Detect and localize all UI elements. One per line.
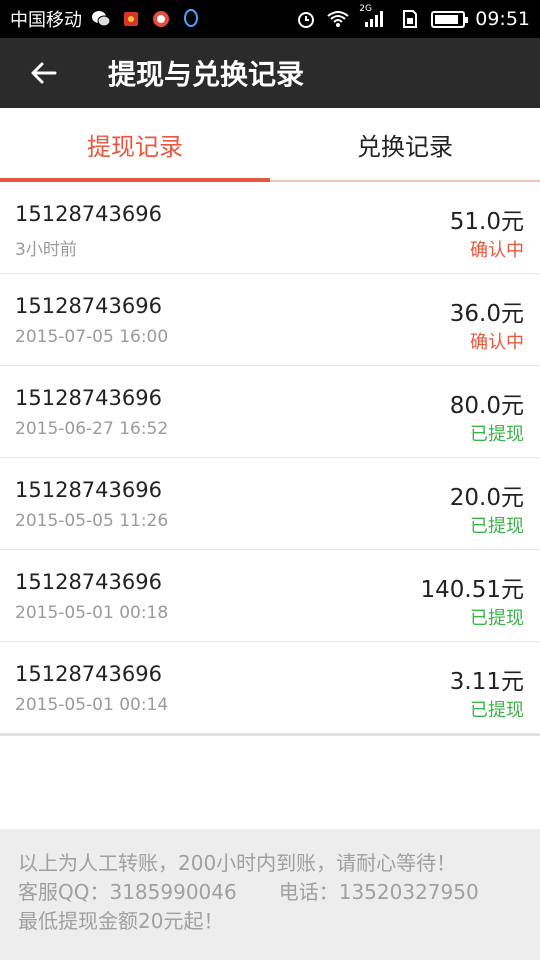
record-status: 确认中 [470,332,524,353]
signal-icon: 2G [359,4,389,30]
carrier-label: 中国移动 [10,10,82,31]
record-list: 15128743696 3小时前 51.0元 确认中 15128743696 2… [0,182,540,736]
record-time: 2015-07-05 16:00 [15,327,169,347]
record-amount: 36.0元 [449,301,524,327]
tab-exchange-records[interactable]: 兑换记录 [270,108,540,180]
alarm-icon [295,8,317,30]
network-type-label: 2G [359,4,372,14]
clock: 09:51 [475,8,530,30]
record-time: 2015-05-01 00:14 [15,695,169,715]
record-phone: 15128743696 [15,478,162,502]
record-phone: 15128743696 [15,662,162,686]
min-withdraw-notice: 最低提现金额20元起！ [18,909,224,933]
arrow-left-icon [31,62,57,84]
record-phone: 15128743696 [15,386,162,410]
red-packet-icon [120,8,142,30]
record-status: 已提现 [470,424,524,445]
notice-footer: 以上为人工转账，200小时内到账，请耐心等待！ 客服QQ：3185990046 … [0,829,540,960]
app-bar: 提现与兑换记录 [0,38,540,108]
record-amount: 3.11元 [449,669,524,695]
support-qq: 客服QQ：3185990046 [18,880,237,904]
wechat-icon [90,8,112,30]
app-icon [150,8,172,30]
record-phone: 15128743696 [15,294,162,318]
record-status: 已提现 [470,700,524,721]
record-phone: 15128743696 [15,202,162,226]
transfer-notice: 以上为人工转账，200小时内到账，请耐心等待！ [18,851,457,875]
tab-withdraw-records[interactable]: 提现记录 [0,108,270,182]
wifi-icon [327,8,349,30]
tab-bar: 提现记录 兑换记录 [0,108,540,182]
record-status: 已提现 [470,516,524,537]
list-item[interactable]: 15128743696 2015-06-27 16:52 80.0元 已提现 [0,366,540,458]
record-amount: 20.0元 [449,485,524,511]
list-item[interactable]: 15128743696 3小时前 51.0元 确认中 [0,182,540,274]
status-bar: 中国移动 2G 09:51 [0,0,540,38]
record-time: 3小时前 [15,240,77,260]
support-phone: 电话：13520327950 [278,880,479,904]
record-amount: 80.0元 [449,393,524,419]
list-item[interactable]: 15128743696 2015-05-01 00:14 3.11元 已提现 [0,642,540,734]
contact-info: 客服QQ：3185990046 电话：13520327950 [18,878,522,907]
record-amount: 140.51元 [420,577,524,603]
sim-icon [399,8,421,30]
page-title: 提现与兑换记录 [108,58,305,91]
record-time: 2015-06-27 16:52 [15,419,169,439]
list-item[interactable]: 15128743696 2015-05-01 00:18 140.51元 已提现 [0,550,540,642]
record-time: 2015-05-01 00:18 [15,603,169,623]
record-status: 已提现 [470,608,524,629]
list-item[interactable]: 15128743696 2015-07-05 16:00 36.0元 确认中 [0,274,540,366]
record-time: 2015-05-05 11:26 [15,511,169,531]
battery-level [435,14,459,24]
record-status: 确认中 [470,240,524,261]
list-item[interactable]: 15128743696 2015-05-05 11:26 20.0元 已提现 [0,458,540,550]
list-divider [0,734,540,736]
back-button[interactable] [0,38,86,108]
record-amount: 51.0元 [449,209,524,235]
qq-icon [180,8,202,30]
record-phone: 15128743696 [15,570,162,594]
battery-icon [431,10,469,28]
